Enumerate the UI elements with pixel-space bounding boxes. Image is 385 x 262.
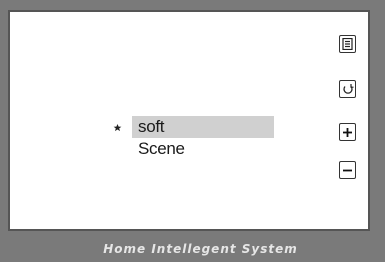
document-button[interactable] (339, 35, 356, 53)
refresh-icon (342, 84, 353, 94)
list-item-scene[interactable]: Scene (132, 138, 274, 160)
plus-button[interactable] (339, 123, 356, 141)
minus-icon (343, 169, 352, 171)
minus-button[interactable] (339, 161, 356, 179)
list-item-soft[interactable]: soft (132, 116, 274, 138)
footer-bar: Home Intellegent System (0, 236, 385, 262)
refresh-button[interactable] (339, 80, 356, 98)
moon-star-icon (100, 114, 126, 140)
document-icon (342, 38, 353, 50)
plus-icon (343, 127, 352, 137)
scene-list: soft Scene (132, 116, 274, 160)
top-bar (0, 0, 385, 10)
device-frame: soft Scene Home Intellegent System (0, 0, 385, 262)
system-title: Home Intellegent System (103, 242, 298, 256)
